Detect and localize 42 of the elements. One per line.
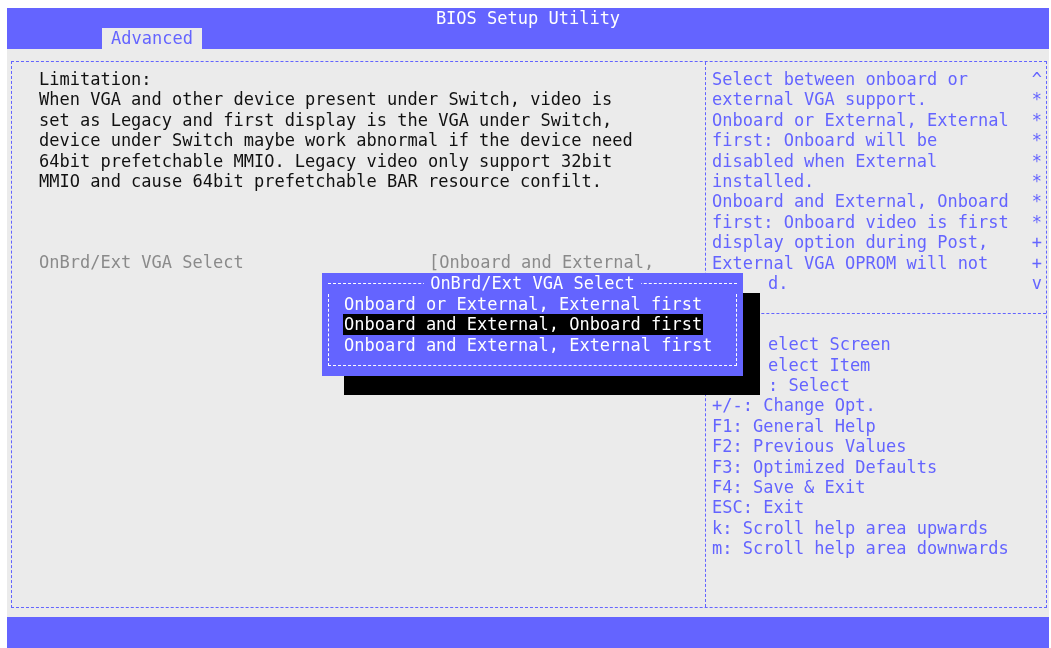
help-text: first: Onboard will be [712, 130, 938, 151]
limitation-heading: Limitation: [39, 69, 153, 90]
key-hint: m: Scroll help area downwards [712, 538, 1009, 559]
scroll-indicator: * [1031, 130, 1042, 151]
help-text: d. [768, 272, 789, 294]
key-hint: elect Screen [768, 334, 891, 355]
key-hint: F1: General Help [712, 415, 876, 437]
scroll-indicator: * [1031, 211, 1042, 233]
scroll-indicator: * [1031, 89, 1042, 110]
limitation-text: When VGA and other device present under Switch, video is set as Legacy and first display is the VGA under Switch, device under Switch maybe work abnormal if the device need 64bit prefetchable MMIO. Legacy video only support 32bit MMIO and cause 64bit prefetchable BAR resource confilt. [39, 89, 634, 192]
help-text: Onboard and External, Onboard [712, 191, 1009, 212]
help-text: display option during Post, [712, 232, 989, 253]
help-text: Select between onboard or [712, 69, 968, 90]
key-hint: F3: Optimized Defaults [712, 456, 938, 478]
key-hint: ESC: Exit [712, 497, 805, 518]
scroll-indicator: + [1031, 232, 1042, 253]
help-text: External VGA OPROM will not [712, 252, 989, 273]
help-text: external VGA support. [712, 89, 927, 110]
help-text: first: Onboard video is first [712, 211, 1009, 233]
scroll-indicator: + [1031, 252, 1042, 273]
key-hint: F4: Save & Exit [712, 477, 866, 498]
key-hint: elect Item [768, 354, 871, 376]
option-item[interactable]: Onboard or External, External first [343, 294, 704, 315]
tab[interactable]: Advanced [102, 28, 202, 49]
key-hint: +/-: Change Opt. [712, 395, 876, 416]
scroll-indicator: * [1031, 191, 1042, 212]
scroll-indicator: v [1031, 272, 1042, 294]
help-text: installed. [712, 170, 815, 192]
scroll-indicator: ^ [1031, 69, 1042, 90]
scroll-indicator: * [1031, 109, 1042, 131]
option-item[interactable]: Onboard and External, Onboard first [343, 314, 704, 335]
help-text: Onboard or External, External [712, 109, 1009, 131]
key-hint: k: Scroll help area upwards [712, 517, 989, 539]
help-text: disabled when External [712, 150, 938, 171]
key-hint: : Select [768, 375, 850, 396]
key-hint: F2: Previous Values [712, 436, 907, 457]
window-title: BIOS Setup Utility [434, 8, 622, 28]
scroll-indicator: * [1031, 150, 1042, 171]
setting-value: [Onboard and External, [429, 252, 655, 273]
popup-title: OnBrd/Ext VGA Select [424, 273, 641, 293]
option-item[interactable]: Onboard and External, External first [343, 334, 714, 356]
scroll-indicator: * [1031, 170, 1042, 192]
